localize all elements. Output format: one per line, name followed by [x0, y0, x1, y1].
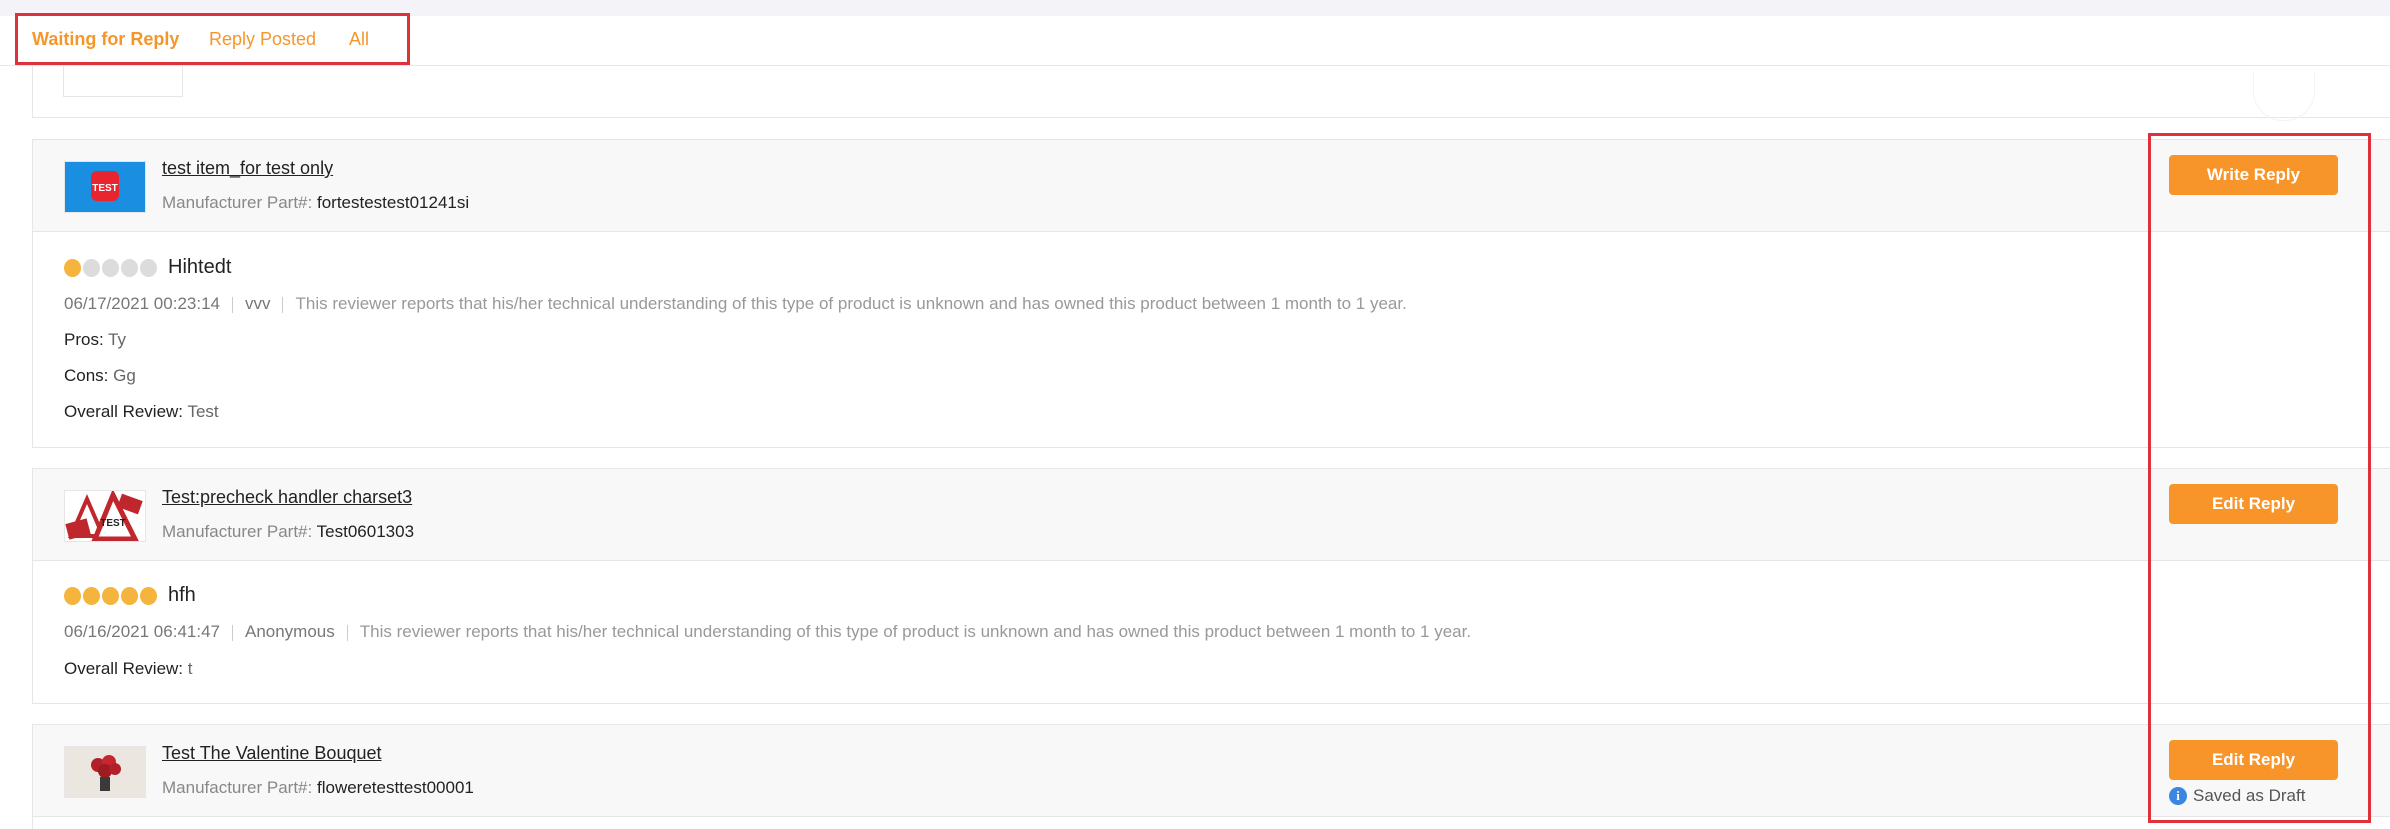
- star-filled-icon: [83, 587, 100, 605]
- thumbnail-text: TEST: [92, 183, 118, 194]
- scroll-top-control: [2253, 72, 2315, 121]
- mpn-label: Manufacturer Part#:: [162, 778, 313, 797]
- tab-reply-posted[interactable]: Reply Posted: [209, 29, 316, 50]
- manufacturer-part-number: Manufacturer Part#: floweretesttest00001: [162, 778, 474, 798]
- review-overall: Overall Review: Test: [64, 402, 219, 422]
- mpn-label: Manufacturer Part#:: [162, 522, 313, 541]
- review-overall: Overall Review: t: [64, 659, 193, 679]
- info-icon: i: [2169, 787, 2187, 805]
- cons-text: Gg: [113, 366, 136, 385]
- star-filled-icon: [121, 587, 138, 605]
- cons-label: Cons:: [64, 366, 109, 385]
- review-meta: 06/17/2021 00:23:14 vvv This reviewer repo…: [64, 294, 1407, 314]
- pros-text: Ty: [108, 330, 127, 349]
- product-thumbnail[interactable]: [64, 746, 146, 798]
- review-date: 06/16/2021 06:41:47: [64, 622, 220, 641]
- product-thumbnail[interactable]: TEST: [64, 161, 146, 213]
- star-filled-icon: [102, 587, 119, 605]
- review-meta: 06/16/2021 06:41:47 Anonymous This reviewe…: [64, 622, 1471, 642]
- review-product-header: TEST Test:precheck handler charset3 Manu…: [33, 469, 2390, 561]
- divider: [346, 624, 348, 641]
- review-pros: Pros: Ty: [64, 330, 126, 350]
- review-product-header: TEST test item_for test only Manufacture…: [33, 140, 2390, 232]
- product-thumbnail[interactable]: TEST: [64, 490, 146, 542]
- pros-label: Pros:: [64, 330, 104, 349]
- tab-bar: Waiting for Reply Reply Posted All: [0, 16, 2390, 66]
- star-empty-icon: [121, 259, 138, 277]
- mpn-value: Test0601303: [316, 522, 415, 541]
- draft-status: i Saved as Draft: [2169, 786, 2305, 806]
- mpn-label: Manufacturer Part#:: [162, 193, 313, 212]
- previous-review-card-partial: [32, 66, 2390, 121]
- divider: [231, 296, 233, 313]
- manufacturer-part-number: Manufacturer Part#: Test0601303: [162, 522, 414, 542]
- review-title: Hihtedt: [168, 256, 232, 278]
- review-card: TEST Test:precheck handler charset3 Manu…: [32, 468, 2390, 704]
- mpn-value: fortestestest01241si: [316, 193, 470, 212]
- product-name-link[interactable]: Test The Valentine Bouquet: [162, 743, 382, 764]
- review-date: 06/17/2021 00:23:14: [64, 294, 220, 313]
- star-filled-icon: [64, 259, 81, 277]
- overall-text: t: [187, 659, 193, 678]
- star-filled-icon: [64, 587, 81, 605]
- review-title: hfh: [168, 584, 196, 606]
- review-card: TEST test item_for test only Manufacture…: [32, 139, 2390, 448]
- divider: [231, 624, 233, 641]
- thumbnail-text: TEST: [100, 518, 126, 529]
- rating-stars: [64, 587, 157, 605]
- tab-waiting-for-reply[interactable]: Waiting for Reply: [32, 29, 179, 50]
- overall-label: Overall Review:: [64, 659, 184, 678]
- star-filled-icon: [140, 587, 157, 605]
- overall-label: Overall Review:: [64, 402, 184, 421]
- review-product-header: Test The Valentine Bouquet Manufacturer …: [33, 725, 2390, 817]
- top-strip: [0, 0, 2390, 16]
- overall-text: Test: [187, 402, 219, 421]
- review-cons: Cons: Gg: [64, 366, 136, 386]
- review-card: Test The Valentine Bouquet Manufacturer …: [32, 724, 2390, 829]
- reviewer-note: This reviewer reports that his/her techn…: [359, 622, 1472, 641]
- write-reply-button[interactable]: Write Reply: [2169, 155, 2338, 195]
- star-empty-icon: [140, 259, 157, 277]
- edit-reply-button[interactable]: Edit Reply: [2169, 740, 2338, 780]
- manufacturer-part-number: Manufacturer Part#: fortestestest01241si: [162, 193, 469, 213]
- reviewer-note: This reviewer reports that his/her techn…: [295, 294, 1407, 313]
- star-empty-icon: [83, 259, 100, 277]
- product-name-link[interactable]: Test:precheck handler charset3: [162, 487, 412, 508]
- reviewer-name: vvv: [244, 294, 271, 313]
- mpn-value: floweretesttest00001: [316, 778, 474, 797]
- reviewer-name: Anonymous: [244, 622, 335, 641]
- divider: [282, 296, 284, 313]
- draft-status-text: Saved as Draft: [2193, 786, 2306, 805]
- product-name-link[interactable]: test item_for test only: [162, 158, 333, 179]
- product-thumbnail: [63, 66, 183, 97]
- star-empty-icon: [102, 259, 119, 277]
- edit-reply-button[interactable]: Edit Reply: [2169, 484, 2338, 524]
- tab-all[interactable]: All: [349, 29, 369, 50]
- rating-stars: [64, 259, 157, 277]
